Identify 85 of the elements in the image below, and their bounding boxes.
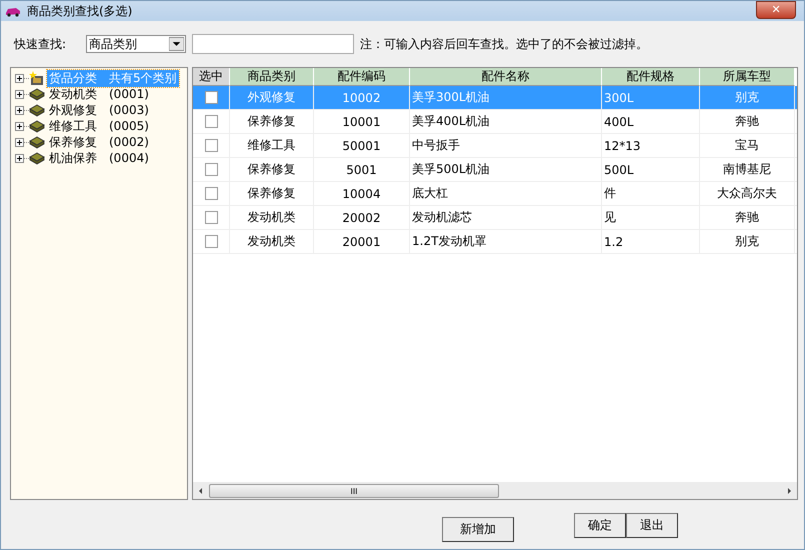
- row-checkbox[interactable]: [204, 139, 218, 152]
- table-cell: 美孚500L机油: [412, 161, 490, 178]
- book-icon: [29, 134, 45, 150]
- tree-item[interactable]: 机油保养 (0004): [47, 150, 151, 166]
- table-cell: 20002: [342, 210, 381, 224]
- table-cell: 10004: [342, 186, 381, 200]
- horizontal-scrollbar[interactable]: III: [193, 482, 797, 499]
- table-cell: 12*13: [604, 138, 641, 152]
- book-icon: [29, 118, 45, 134]
- tree-item[interactable]: 保养修复 (0002): [47, 134, 151, 150]
- expand-icon[interactable]: [15, 138, 24, 146]
- column-header[interactable]: 选中: [193, 68, 230, 86]
- book-icon: [29, 86, 45, 102]
- expand-icon[interactable]: [15, 106, 24, 114]
- table-cell: 10002: [342, 90, 381, 104]
- table-row[interactable]: 保养修复 10001 美孚400L机油 400L 奔驰: [193, 110, 797, 134]
- table-cell: 保养修复: [248, 161, 296, 178]
- table-cell: 别克: [735, 89, 759, 106]
- table-cell: 美孚300L机油: [412, 89, 490, 106]
- row-checkbox[interactable]: [204, 163, 218, 176]
- table-row[interactable]: 发动机类 20001 1.2T发动机罩 1.2 别克: [193, 230, 797, 254]
- table-cell: 300L: [604, 90, 634, 104]
- scroll-right-icon[interactable]: [785, 486, 793, 494]
- table-row[interactable]: 维修工具 50001 中号扳手 12*13 宝马: [193, 134, 797, 158]
- table-cell: 1.2: [604, 234, 624, 248]
- table-cell: 发动机滤芯: [412, 209, 472, 226]
- scroll-thumb[interactable]: III: [209, 484, 499, 498]
- column-header[interactable]: 商品类别: [230, 68, 314, 86]
- book-icon: [29, 102, 45, 118]
- field-dropdown[interactable]: 商品类别: [86, 35, 186, 53]
- table-cell: 件: [604, 185, 616, 202]
- row-checkbox[interactable]: [204, 91, 218, 104]
- folder-star-icon: [29, 70, 45, 86]
- table-cell: 发动机类: [248, 233, 296, 250]
- table-row[interactable]: 保养修复 5001 美孚500L机油 500L 南博基尼: [193, 158, 797, 182]
- ok-button[interactable]: 确定: [574, 513, 626, 538]
- table-cell: 保养修复: [248, 185, 296, 202]
- row-checkbox[interactable]: [204, 187, 218, 200]
- table-cell: 中号扳手: [412, 137, 460, 154]
- book-icon: [29, 150, 45, 166]
- table-cell: 500L: [604, 162, 634, 176]
- table-cell: 宝马: [735, 137, 759, 154]
- column-header[interactable]: 配件编码: [314, 68, 410, 86]
- search-field[interactable]: [192, 34, 354, 54]
- hint-text: 注：可输入内容后回车查找。选中了的不会被过滤掉。: [360, 36, 648, 52]
- expand-icon[interactable]: [15, 74, 24, 82]
- column-header[interactable]: 所属车型: [700, 68, 795, 86]
- expand-icon[interactable]: [15, 90, 24, 98]
- table-row[interactable]: 保养修复 10004 底大杠 件 大众高尔夫: [193, 182, 797, 206]
- table-cell: 奔驰: [735, 209, 759, 226]
- column-header[interactable]: 配件名称: [410, 68, 602, 86]
- car-icon: [5, 5, 21, 17]
- table-cell: 5001: [346, 162, 377, 176]
- table-cell: 南博基尼: [723, 161, 771, 178]
- table-cell: 保养修复: [248, 113, 296, 130]
- expand-icon[interactable]: [15, 154, 24, 162]
- table-cell: 底大杠: [412, 185, 448, 202]
- table-cell: 大众高尔夫: [717, 185, 777, 202]
- tree-item[interactable]: 维修工具 (0005): [47, 118, 151, 134]
- exit-button[interactable]: 退出: [626, 513, 678, 538]
- scroll-left-icon[interactable]: [197, 486, 205, 494]
- column-header[interactable]: 配件规格: [602, 68, 700, 86]
- add-button[interactable]: 新增加: [442, 517, 514, 542]
- table-cell: 50001: [342, 138, 381, 152]
- expand-icon[interactable]: [15, 122, 24, 130]
- table-cell: 别克: [735, 233, 759, 250]
- table-cell: 奔驰: [735, 113, 759, 130]
- table-cell: 外观修复: [248, 89, 296, 106]
- table-cell: 见: [604, 209, 616, 226]
- table-cell: 维修工具: [248, 137, 296, 154]
- window-title: 商品类别查找(多选): [27, 2, 134, 20]
- row-checkbox[interactable]: [204, 115, 218, 128]
- table-cell: 发动机类: [248, 209, 296, 226]
- row-checkbox[interactable]: [204, 211, 218, 224]
- tree-item[interactable]: 外观修复 (0003): [47, 102, 151, 118]
- table-cell: 10001: [342, 114, 381, 128]
- table-row[interactable]: 发动机类 20002 发动机滤芯 见 奔驰: [193, 206, 797, 230]
- search-label: 快速查找:: [14, 36, 68, 52]
- dropdown-arrow-icon: [169, 37, 184, 51]
- row-checkbox[interactable]: [204, 235, 218, 248]
- table-cell: 美孚400L机油: [412, 113, 490, 130]
- table-cell: 20001: [342, 234, 381, 248]
- table-cell: 1.2T发动机罩: [412, 233, 486, 250]
- tree-item[interactable]: 发动机类 (0001): [47, 86, 151, 102]
- table-cell: 400L: [604, 114, 634, 128]
